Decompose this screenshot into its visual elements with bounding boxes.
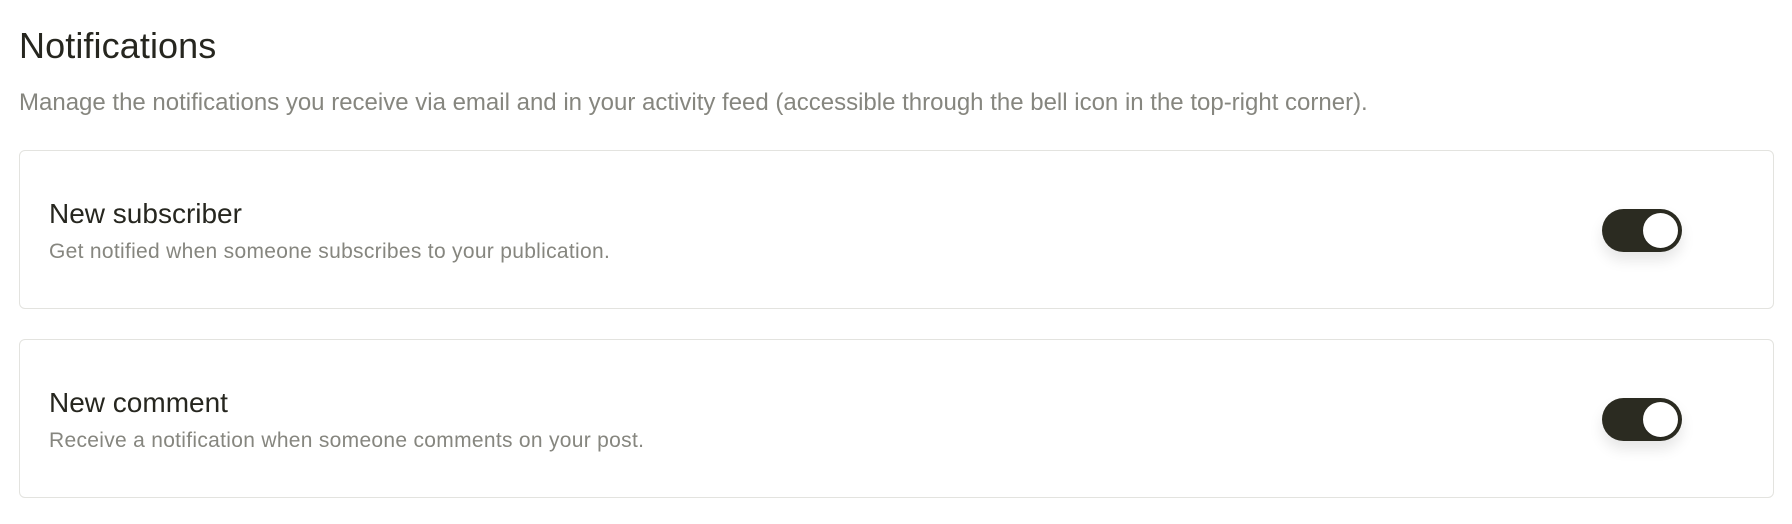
toggle-knob xyxy=(1643,213,1678,248)
setting-text: New subscriber Get notified when someone… xyxy=(49,196,610,266)
toggle-knob xyxy=(1643,402,1678,437)
page-subtitle: Manage the notifications you receive via… xyxy=(19,89,1368,116)
setting-title: New subscriber xyxy=(49,198,242,229)
setting-description: Receive a notification when someone comm… xyxy=(49,429,645,452)
setting-card-new-comment: New comment Receive a notification when … xyxy=(19,339,1774,498)
setting-description: Get notified when someone subscribes to … xyxy=(49,240,611,263)
setting-title: New comment xyxy=(49,387,228,418)
setting-card-new-subscriber: New subscriber Get notified when someone… xyxy=(19,150,1774,309)
new-subscriber-toggle[interactable] xyxy=(1602,209,1682,252)
page-title: Notifications xyxy=(19,25,217,66)
new-comment-toggle[interactable] xyxy=(1602,398,1682,441)
setting-text: New comment Receive a notification when … xyxy=(49,385,644,455)
